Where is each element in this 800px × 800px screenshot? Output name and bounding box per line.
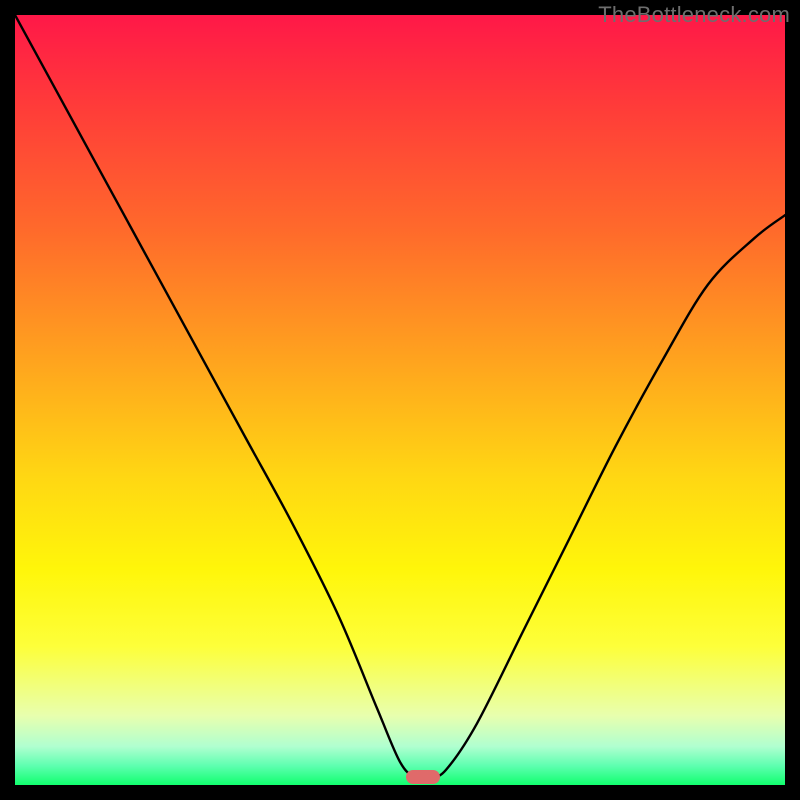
bottleneck-curve [15, 15, 785, 785]
chart-frame: TheBottleneck.com [0, 0, 800, 800]
chart-plot-area [15, 15, 785, 785]
optimal-marker [406, 770, 440, 784]
